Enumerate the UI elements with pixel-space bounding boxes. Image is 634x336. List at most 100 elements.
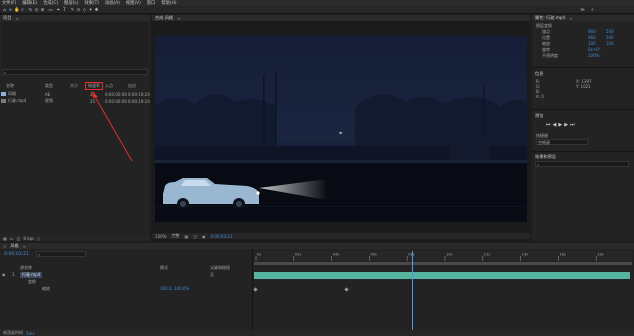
- layer-name[interactable]: 行驶.mp4: [20, 272, 43, 278]
- new-comp-icon[interactable]: ◫: [17, 236, 21, 241]
- visibility-icon[interactable]: ◉: [2, 272, 6, 277]
- search-icon: ⌕: [537, 162, 540, 167]
- menu-icon[interactable]: ≡: [177, 16, 180, 21]
- close-icon[interactable]: ×: [3, 244, 6, 249]
- prop-value-x[interactable]: 100: [588, 41, 596, 46]
- timeline-tab-bar: × 风格 ≡: [0, 243, 634, 249]
- selection-tool-icon[interactable]: ➤: [8, 8, 13, 13]
- tab-project[interactable]: 项目: [3, 15, 11, 21]
- keyframe-marker[interactable]: [344, 287, 349, 292]
- trash-icon[interactable]: ▯: [37, 236, 39, 241]
- info-a: A: 0: [536, 94, 544, 99]
- home-icon[interactable]: ⌂: [2, 8, 7, 13]
- menu-icon[interactable]: ≡: [23, 244, 26, 249]
- layer-row[interactable]: ◉ 1 行驶.mp4 无: [0, 272, 252, 279]
- props-tab-bar: 属性: 行驶.mp4 ≡: [532, 15, 634, 21]
- roto-tool-icon[interactable]: ✦: [88, 8, 93, 13]
- search-help-icon[interactable]: ⌕: [590, 8, 595, 13]
- type-tool-icon[interactable]: T: [62, 8, 67, 13]
- rectangle-tool-icon[interactable]: ▭: [48, 8, 53, 13]
- tab-properties[interactable]: 属性: 行驶.mp4: [535, 15, 565, 21]
- bpc-label[interactable]: 8 bpc: [23, 236, 34, 241]
- preview-title: 预览: [535, 113, 544, 118]
- item-type: AE: [45, 91, 51, 97]
- folder-icon[interactable]: ▭: [10, 236, 14, 241]
- quality-dropdown[interactable]: 完整: [171, 233, 179, 239]
- info-xy: X: 1397 Y: 1021: [576, 79, 592, 89]
- project-search-input[interactable]: ⌕: [2, 69, 148, 75]
- col-type[interactable]: 类型: [45, 83, 53, 89]
- hand-tool-icon[interactable]: ✋: [14, 8, 20, 13]
- timeline-columns: 源名称 模式 父级和链接: [0, 265, 252, 271]
- pen-tool-icon[interactable]: ✒: [56, 8, 61, 13]
- effects-search-input[interactable]: ⌕: [535, 161, 629, 167]
- transform-group[interactable]: 变换: [28, 279, 36, 285]
- zoom-tool-icon[interactable]: ⌕: [20, 8, 25, 13]
- timeline-timecode[interactable]: 0:00:03:21: [4, 252, 29, 257]
- comp-footer: 100% 完整 ▦ ◫ ◉ 0:00:03:21: [152, 233, 530, 239]
- pan-behind-icon[interactable]: ⊕: [40, 8, 45, 13]
- ruler-label: 02s: [295, 253, 302, 257]
- search-icon: ⌕: [38, 252, 41, 257]
- time-ruler[interactable]: 0s02s04s06s08s10s12s14s16s18s: [254, 251, 632, 261]
- rotate-tool-icon[interactable]: ↻: [28, 8, 33, 13]
- prop-value-y[interactable]: 540: [606, 35, 614, 40]
- parent-dropdown[interactable]: 无: [210, 272, 214, 278]
- project-panel: 项目 ≡ ⌕ 名称 类型 大小 帧速率 入点 出点 风格 AE 25 0:00:…: [0, 15, 150, 241]
- col-name[interactable]: 名称: [6, 83, 14, 89]
- render-time-label: 帧渲染时间: [3, 330, 23, 335]
- shortcut-dropdown[interactable]: 空格键: [536, 139, 588, 145]
- interpret-icon[interactable]: ▦: [3, 236, 7, 241]
- footage-icon: [1, 99, 6, 103]
- eraser-tool-icon[interactable]: ◇: [82, 8, 87, 13]
- timeline-search-input[interactable]: ⌕: [36, 251, 86, 257]
- scale-property-row[interactable]: 缩放 100.0, 100.0%: [36, 286, 252, 292]
- zoom-dropdown[interactable]: 100%: [155, 234, 166, 239]
- col-source-name[interactable]: 源名称: [20, 265, 32, 271]
- transform-rows: 锚点 960 540 位置 960 540 缩放 100 100 旋转 0x+0…: [536, 29, 630, 59]
- grid-icon[interactable]: ▦: [184, 234, 188, 239]
- timeline-panel: × 风格 ≡ 0:00:03:21 ⌕ 源名称 模式 父级和链接 ◉ 1 行驶.…: [0, 243, 634, 336]
- camera-tool-icon[interactable]: ◎: [34, 8, 39, 13]
- comp-viewer-canvas[interactable]: ⌖: [155, 36, 527, 222]
- ruler-label: 12s: [484, 253, 491, 257]
- layer-duration-bar[interactable]: [254, 272, 630, 279]
- keyframe-marker[interactable]: [253, 287, 258, 292]
- prop-value-y[interactable]: 100: [606, 41, 614, 46]
- prop-value[interactable]: 0x+0°: [588, 47, 601, 52]
- ruler-label: 0s: [257, 253, 261, 257]
- item-type: 视频: [45, 98, 53, 103]
- col-size[interactable]: 大小: [70, 83, 78, 89]
- anchor-point-icon[interactable]: ⌖: [339, 131, 342, 137]
- ruler-label: 14s: [522, 253, 529, 257]
- playback-controls: ⏮◀▶▶⏭: [546, 122, 577, 128]
- scale-value[interactable]: 100.0, 100.0%: [160, 286, 189, 291]
- menu-icon[interactable]: ≡: [15, 16, 18, 21]
- tab-composition[interactable]: 合成 风格: [155, 15, 173, 21]
- prop-value-x[interactable]: 960: [588, 35, 596, 40]
- composition-icon: [1, 92, 6, 96]
- effects-title: 效果和预设: [535, 154, 556, 159]
- workspace-icon[interactable]: ≫: [580, 8, 585, 13]
- prop-value-y[interactable]: 540: [606, 29, 614, 34]
- timecode[interactable]: 0:00:03:21: [211, 234, 233, 239]
- last-frame-icon[interactable]: ⏭: [570, 122, 577, 128]
- camera-icon[interactable]: ◉: [202, 234, 206, 239]
- prop-value-x[interactable]: 960: [588, 29, 596, 34]
- prop-row: 不透明度 100%: [536, 53, 630, 59]
- work-area-bar[interactable]: [254, 262, 632, 265]
- tab-timeline[interactable]: 风格: [10, 243, 18, 249]
- puppet-tool-icon[interactable]: ✱: [94, 8, 99, 13]
- col-parent[interactable]: 父级和链接: [210, 265, 230, 271]
- col-mode[interactable]: 模式: [160, 265, 168, 271]
- annotation-arrow: [92, 91, 133, 162]
- menu-icon[interactable]: ≡: [569, 16, 572, 21]
- brush-tool-icon[interactable]: ✎: [70, 8, 75, 13]
- prop-value[interactable]: 100%: [588, 53, 599, 58]
- mask-icon[interactable]: ◫: [193, 234, 197, 239]
- properties-panel: 属性: 行驶.mp4 ≡ 图层变换 锚点 960 540 位置 960 540 …: [532, 15, 634, 241]
- info-y: Y: 1021: [576, 84, 591, 89]
- project-footer: ▦ ▭ ◫ 8 bpc ▯: [0, 235, 150, 241]
- ruler-label: 10s: [446, 253, 453, 257]
- clone-tool-icon[interactable]: ⊙: [76, 8, 81, 13]
